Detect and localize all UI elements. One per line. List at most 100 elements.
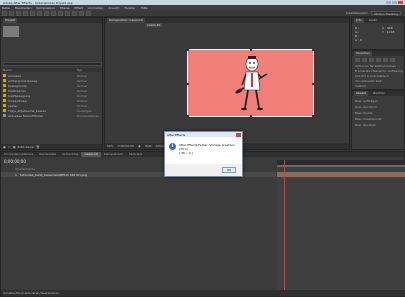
list-item[interactable]: Tijdje_afgebeelde_beelde Sonstiges — [3, 108, 102, 113]
menu-effect[interactable]: Effekt — [74, 6, 83, 10]
ram-preview-icon[interactable] — [390, 58, 395, 62]
interpret-footage-icon[interactable]: ▣ — [3, 145, 6, 149]
list-item[interactable]: mosquitoleg Ordner — [3, 98, 102, 103]
menu-file[interactable]: Datei — [2, 6, 10, 10]
column-type-header[interactable]: Typ — [77, 68, 82, 72]
timeline-track-area[interactable] — [277, 165, 405, 292]
position-readout: X : 406 Y : 1018 — [382, 26, 395, 34]
menu-window[interactable]: Fenster — [124, 6, 135, 10]
pan-behind-tool-icon[interactable] — [37, 10, 42, 16]
skip-input[interactable]: 0 — [367, 74, 369, 78]
list-item[interactable]: bewegronde Ordner — [3, 83, 102, 88]
tab-paragraph[interactable]: Absatz — [354, 91, 369, 96]
list-item[interactable]: achtergrond-beweg Ordner — [3, 78, 102, 83]
tab-timeline[interactable]: Vorrendern-Kamera — [1, 152, 36, 157]
trash-icon[interactable]: 🗑 — [36, 145, 40, 149]
tab-timeline[interactable]: Kameratrack — [101, 152, 126, 157]
tab-preview[interactable]: Vorschau — [354, 51, 372, 56]
list-item[interactable]: animatie Ordner — [3, 73, 102, 78]
new-composition-icon[interactable]: ▦ — [13, 145, 16, 149]
puppet-tool-icon[interactable] — [86, 10, 91, 16]
tracker-option[interactable]: Kurv. Kurvform — [355, 105, 377, 109]
tab-timeline[interactable]: Farbrand — [126, 152, 145, 157]
tracker-option[interactable]: Bew. Ansatzpunkt — [355, 117, 382, 121]
zoom-tool-icon[interactable] — [16, 10, 21, 16]
transform-handle[interactable] — [187, 83, 189, 85]
menu-layer[interactable]: Ebene — [60, 6, 69, 10]
resolution-preview-select[interactable]: Automatisch — [370, 74, 389, 78]
work-area-bar[interactable] — [277, 165, 405, 167]
column-name-header[interactable]: Name — [3, 68, 77, 72]
camera-icon[interactable]: ◉ — [138, 144, 141, 148]
menu-help[interactable]: Hilfe — [141, 6, 148, 10]
fps-select[interactable]: (29,97) — [355, 74, 366, 78]
tracker-option[interactable]: Bew. Spurtest — [355, 123, 376, 127]
project-search-input[interactable] — [3, 62, 102, 66]
tab-timeline-active[interactable]: naam-10 — [81, 152, 101, 157]
dialog-close-button[interactable] — [236, 132, 241, 137]
last-frame-icon[interactable] — [383, 58, 388, 62]
timeline-timecode[interactable]: 0;00;00;00 — [4, 159, 26, 164]
tab-timeline[interactable]: Renderliste — [36, 152, 59, 157]
tracker-option[interactable]: Bew. auffüllgen — [355, 99, 378, 103]
toggle-switches-button[interactable]: Schalter/Modi aktivieren/deaktivieren — [3, 291, 59, 295]
timecode-display[interactable]: 0;00;00;00 — [118, 144, 134, 148]
play-icon[interactable] — [369, 58, 374, 62]
pen-tool-icon[interactable] — [51, 10, 56, 16]
camera-tool-icon[interactable] — [30, 10, 35, 16]
previous-frame-icon[interactable] — [362, 58, 367, 62]
tab-info[interactable]: Info — [354, 18, 364, 23]
menu-animation[interactable]: Animation — [88, 6, 103, 10]
tab-project[interactable]: Projekt — [3, 18, 18, 23]
first-frame-icon[interactable] — [355, 58, 360, 62]
tab-character[interactable]: Zeichen — [371, 91, 387, 96]
workspace-select[interactable]: Motion Tracking — [371, 11, 401, 16]
bit-depth-button[interactable]: 8-Bit-Kanal — [18, 145, 34, 149]
transform-handle[interactable] — [250, 49, 252, 51]
tab-audio[interactable]: Audio — [367, 18, 380, 23]
zoom-select[interactable]: 50% — [107, 144, 114, 148]
list-item[interactable]: Festtraenen Ordner — [3, 88, 102, 93]
transform-handle[interactable] — [312, 115, 314, 117]
composition-icon — [3, 114, 6, 117]
ok-button[interactable]: OK — [222, 167, 236, 173]
rotate-tool-icon[interactable] — [23, 10, 28, 16]
transform-handle[interactable] — [312, 83, 314, 85]
comp-subtab[interactable]: naam-10 — [145, 23, 163, 27]
error-dialog: After Effects i After Effects Fehler: Vo… — [164, 131, 243, 177]
color-readout: R : G : B : A : 0 — [355, 26, 362, 42]
text-tool-icon[interactable] — [58, 10, 63, 16]
folder-icon — [3, 84, 6, 87]
hand-tool-icon[interactable] — [9, 10, 14, 16]
eraser-tool-icon[interactable] — [79, 10, 84, 16]
layer-duration-bar[interactable] — [277, 172, 405, 177]
dialog-title-bar: After Effects — [165, 132, 242, 137]
fullscreen-checkbox[interactable]: Vollbild — [355, 84, 366, 88]
selection-tool-icon[interactable] — [2, 10, 7, 16]
menu-edit[interactable]: Bearbeiten — [15, 6, 31, 10]
transform-handle[interactable] — [187, 115, 189, 117]
current-time-indicator[interactable] — [284, 160, 285, 292]
mask-tool-icon[interactable] — [44, 10, 49, 16]
maximize-button[interactable] — [392, 0, 397, 5]
menu-view[interactable]: Ansicht — [108, 6, 119, 10]
transform-handle[interactable] — [312, 49, 314, 51]
close-window-button[interactable] — [398, 0, 403, 5]
list-item[interactable]: peeter Ordner — [3, 103, 102, 108]
transform-handle[interactable] — [187, 49, 189, 51]
transform-handle[interactable] — [250, 115, 252, 117]
tab-composition[interactable]: Komposition: naam-10 — [107, 18, 145, 23]
menu-composition[interactable]: Komposition — [37, 6, 55, 10]
timeline-footer: Schalter/Modi aktivieren/deaktivieren — [1, 290, 405, 296]
list-item[interactable]: Kopfbewegung Ordner — [3, 93, 102, 98]
tab-timeline[interactable]: Al-Tracking — [59, 152, 81, 157]
minimize-button[interactable] — [386, 0, 391, 5]
tracker-option[interactable]: Bew. Quelle — [355, 111, 373, 115]
list-item[interactable]: Aktuelles Fehlerfilfinder Kompositionen — [3, 113, 102, 118]
brush-tool-icon[interactable] — [65, 10, 70, 16]
next-frame-icon[interactable] — [376, 58, 381, 62]
clone-tool-icon[interactable] — [72, 10, 77, 16]
resolution-select[interactable]: Halb — [145, 144, 152, 148]
new-folder-icon[interactable]: ▭ — [8, 145, 11, 149]
from-current-time-checkbox[interactable]: Von aktueller Zeit — [355, 79, 382, 83]
